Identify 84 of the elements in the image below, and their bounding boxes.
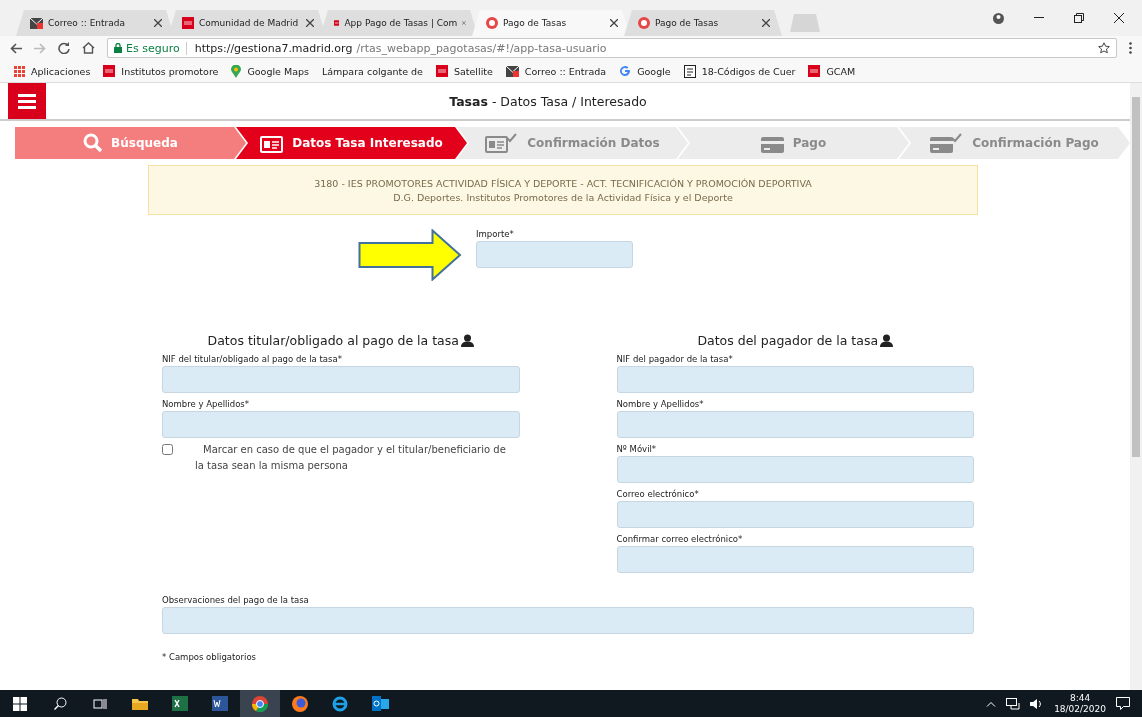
person-icon [880, 334, 894, 347]
field-label: Correo electrónico* [616, 489, 700, 499]
bookmark[interactable]: Lámpara colgante de [321, 65, 423, 77]
flag-icon [435, 65, 448, 77]
clock[interactable]: 8:44 18/02/2020 [1054, 692, 1106, 715]
url-path: /rtas_webapp_pagotasas/#!/app-tasa-usuario [356, 41, 607, 55]
url-host: https://gestiona7.madrid.org [194, 41, 353, 55]
scrollbar[interactable] [1130, 83, 1142, 690]
input-field[interactable] [616, 546, 974, 573]
envelope-icon [30, 17, 43, 29]
id-card-icon [260, 133, 285, 153]
field-label: NIF del titular/obligado al pago de la tasa* [162, 354, 343, 364]
clock-time: 8:44 [1069, 692, 1091, 704]
more-menu-icon[interactable] [1129, 42, 1132, 54]
flag-icon [808, 65, 821, 77]
bookmark[interactable]: Satellite [435, 65, 493, 77]
person-icon [460, 334, 474, 347]
close-icon[interactable] [610, 19, 618, 27]
notifications-icon[interactable] [1116, 697, 1130, 710]
field-label: Observaciones del pago de la tasa [162, 595, 310, 605]
flag-icon [334, 17, 340, 29]
close-icon[interactable] [306, 19, 314, 27]
network-icon[interactable] [1006, 697, 1021, 710]
input-field[interactable] [616, 411, 974, 438]
id-card-check-icon [485, 133, 520, 153]
checkbox-label: Marcar en caso de que el pagador y el titular/beneficiario de la tasa sean la misma persona [194, 443, 507, 473]
input-field[interactable] [162, 411, 520, 438]
input-field[interactable] [162, 366, 520, 393]
home-icon[interactable] [82, 42, 95, 54]
clock-date: 18/02/2020 [1054, 703, 1106, 715]
map-pin-icon [231, 64, 242, 78]
input-field[interactable] [162, 607, 974, 634]
field-label: NIF del pagador de la tasa* [616, 354, 734, 364]
bookmark[interactable]: GCAM [808, 65, 856, 77]
close-window-icon[interactable] [1114, 13, 1124, 23]
reload-icon[interactable] [58, 42, 70, 54]
flag-icon [103, 65, 116, 77]
secure-label: Es seguro [126, 41, 187, 55]
field-label: Importe* [476, 229, 515, 239]
star-icon[interactable] [1098, 42, 1110, 54]
bookmark[interactable]: Correo :: Entrada [505, 65, 607, 77]
bookmark[interactable]: 18-Códigos de Cuer [683, 64, 796, 78]
checkbox[interactable] [162, 444, 173, 455]
card-check-icon [930, 133, 965, 153]
menu-icon [18, 93, 36, 109]
input-field[interactable] [476, 241, 633, 268]
field-label: Nombre y Apellidos* [162, 399, 250, 409]
lock-icon [114, 43, 122, 53]
field-label: Nº Móvil* [616, 444, 658, 454]
envelope-icon [505, 65, 519, 77]
address-bar[interactable]: Es seguro https://gestiona7.madrid.org /rtas_webapp_pagotasas/#!/app-tasa-usuario [107, 38, 1117, 58]
field-label: Nombre y Apellidos* [616, 399, 705, 409]
circle-icon [486, 17, 498, 29]
search-icon [83, 133, 104, 153]
input-field[interactable] [616, 456, 974, 483]
account-icon[interactable] [993, 12, 1004, 24]
grid-icon [14, 65, 25, 77]
input-field[interactable] [616, 366, 974, 393]
back-arrow-icon[interactable] [10, 42, 22, 54]
section-title: Datos del pagador de la tasa [697, 333, 879, 348]
input-field[interactable] [616, 501, 974, 528]
browser-icon[interactable] [240, 690, 280, 717]
notice-text: D.G. Deportes. Institutos Promotores de la Actividad Física y el Deporte [393, 191, 733, 203]
restore-icon[interactable] [1074, 13, 1084, 23]
close-icon[interactable] [762, 19, 770, 27]
required-note: * Campos obligatorios [162, 652, 258, 662]
bookmark[interactable]: Google [619, 65, 671, 77]
document-icon [683, 64, 696, 78]
section-title: Datos titular/obligado al pago de la tasa [207, 333, 459, 348]
field-label: Confirmar correo electrónico* [616, 534, 744, 544]
bookmark[interactable]: Google Maps [231, 64, 309, 78]
chevron-up-icon[interactable] [986, 700, 997, 707]
minimize-icon[interactable] [1034, 17, 1044, 19]
close-icon[interactable] [154, 19, 162, 27]
bookmark[interactable]: Aplicaciones [14, 65, 91, 77]
notice-text: 3180 - IES PROMOTORES ACTIVIDAD FÍSICA Y DEPORTE - ACT. TECNIFICACIÓN Y PROMOCIÓN DEPORTIVA [314, 177, 812, 189]
g-logo-icon [619, 65, 632, 77]
page-title: Tasas - Datos Tasa / Interesado [448, 93, 648, 109]
circle-icon [638, 17, 650, 29]
step-tab[interactable]: Datos Tasa Interesado [236, 127, 467, 159]
bookmark[interactable]: Institutos promotore [103, 65, 219, 77]
menu-button[interactable] [8, 83, 46, 119]
flag-icon [182, 17, 194, 29]
browser-tab[interactable]: Pago de Tasas [624, 10, 782, 36]
